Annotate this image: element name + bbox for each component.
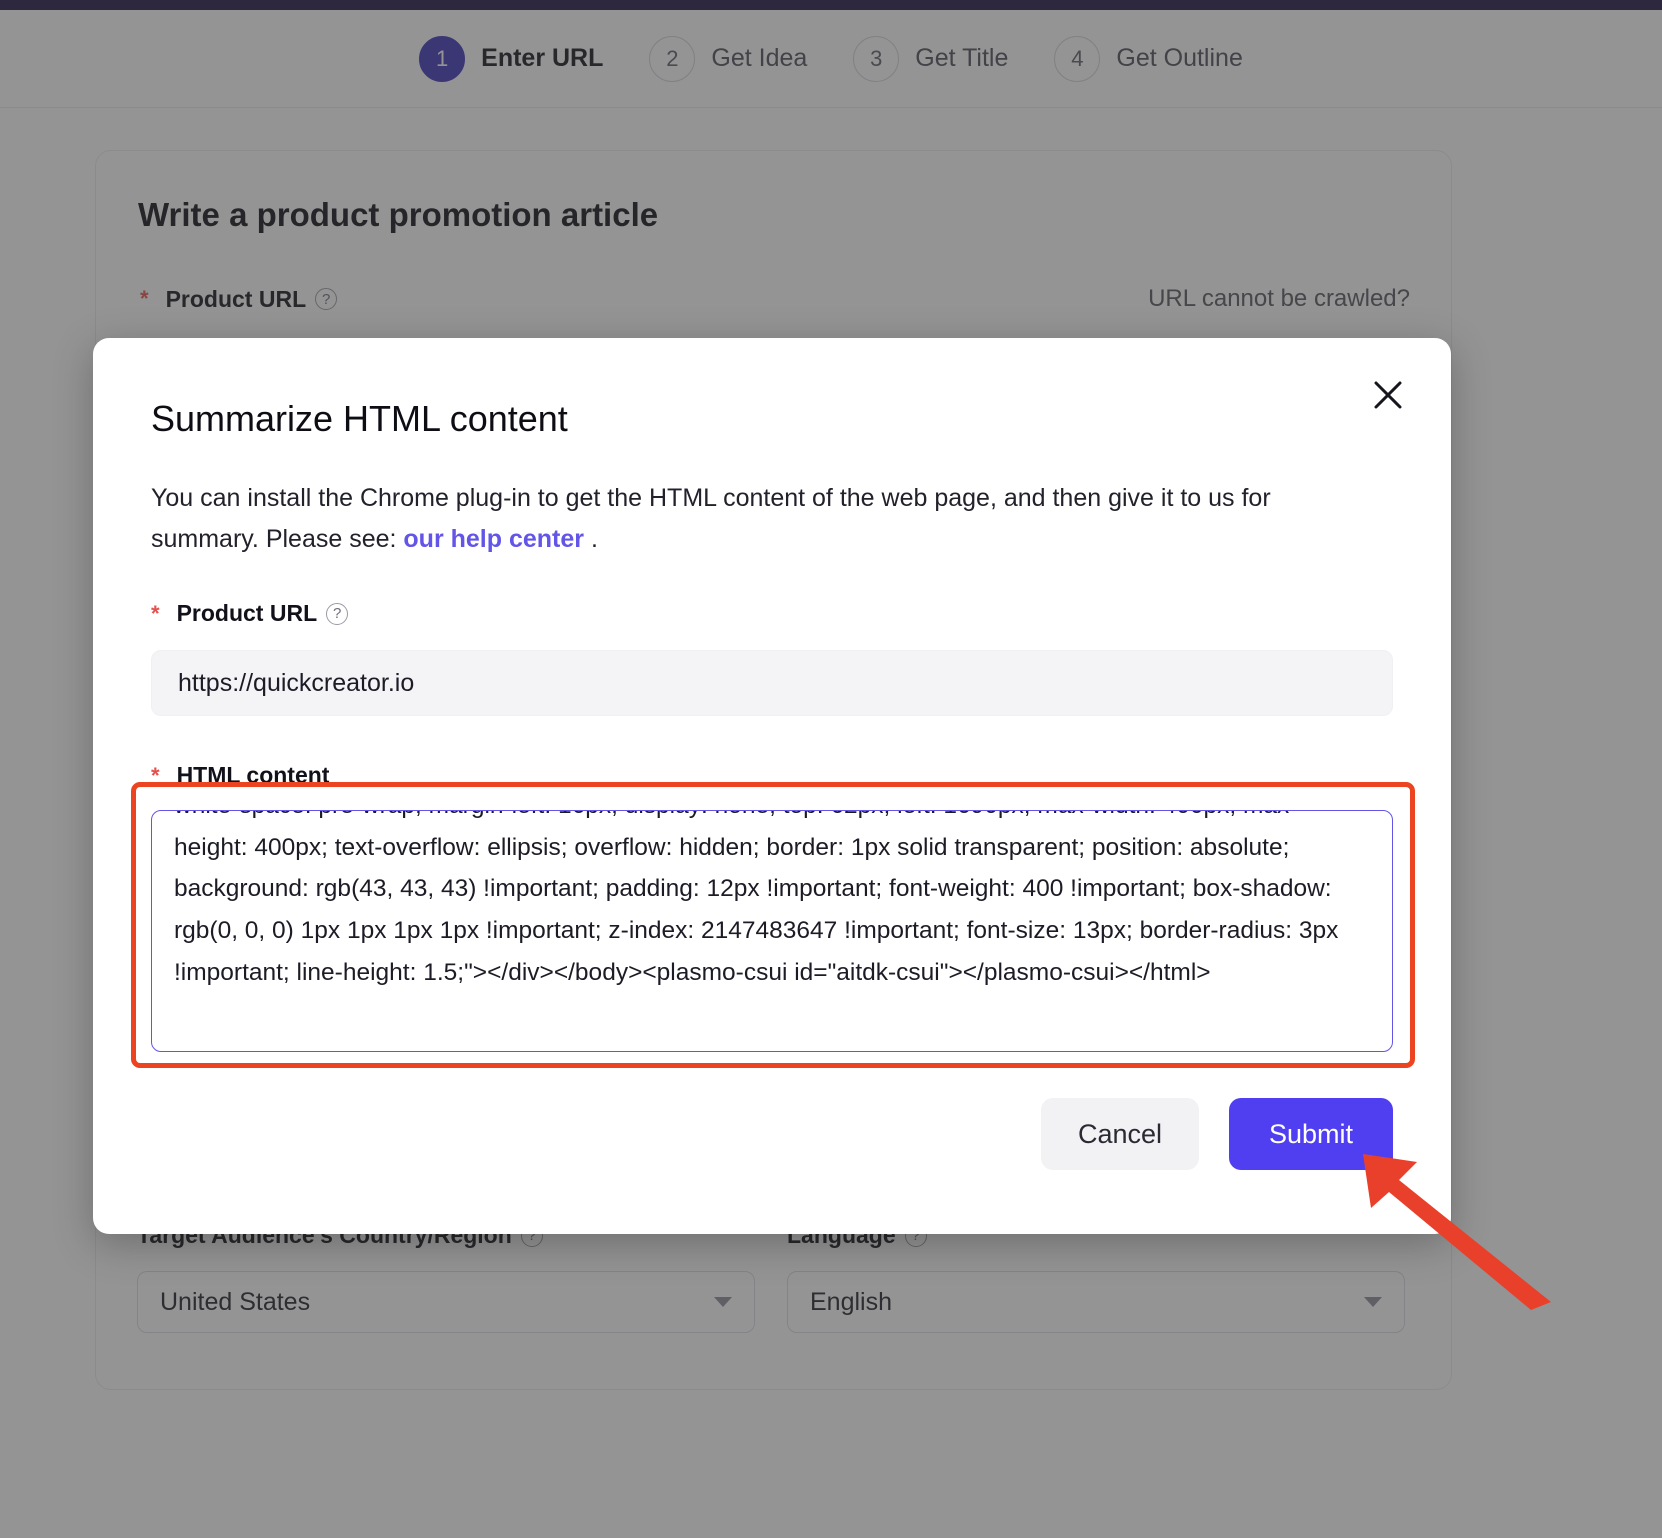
modal-description: You can install the Chrome plug-in to ge… <box>151 478 1351 561</box>
modal-actions: Cancel Submit <box>151 1098 1393 1170</box>
html-content-label-text: HTML content <box>176 762 330 788</box>
help-icon[interactable]: ? <box>326 602 349 625</box>
modal-description-suffix: . <box>584 525 598 554</box>
modal-description-text: You can install the Chrome plug-in to ge… <box>151 484 1271 554</box>
modal-product-url-label-text: Product URL <box>176 600 318 626</box>
app-root: 1 Enter URL 2 Get Idea 3 Get Title 4 Get… <box>0 0 1662 1538</box>
close-icon[interactable] <box>1367 374 1409 416</box>
html-content-label: * HTML content <box>151 762 329 789</box>
html-content-textarea[interactable]: white-space: pre-wrap; margin-left: 16px… <box>151 810 1393 1052</box>
summarize-html-modal: Summarize HTML content You can install t… <box>93 338 1451 1234</box>
product-url-value: https://quickcreator.io <box>178 668 415 697</box>
help-center-link[interactable]: our help center <box>403 525 584 553</box>
required-asterisk: * <box>151 600 160 626</box>
annotation-arrow-icon <box>1363 1154 1551 1310</box>
cancel-button[interactable]: Cancel <box>1041 1098 1199 1170</box>
required-asterisk: * <box>151 762 160 788</box>
product-url-input[interactable]: https://quickcreator.io <box>151 650 1393 716</box>
modal-product-url-label: * Product URL ? <box>151 600 349 627</box>
html-content-text: white-space: pre-wrap; margin-left: 16px… <box>174 811 1339 986</box>
modal-title: Summarize HTML content <box>151 398 568 439</box>
